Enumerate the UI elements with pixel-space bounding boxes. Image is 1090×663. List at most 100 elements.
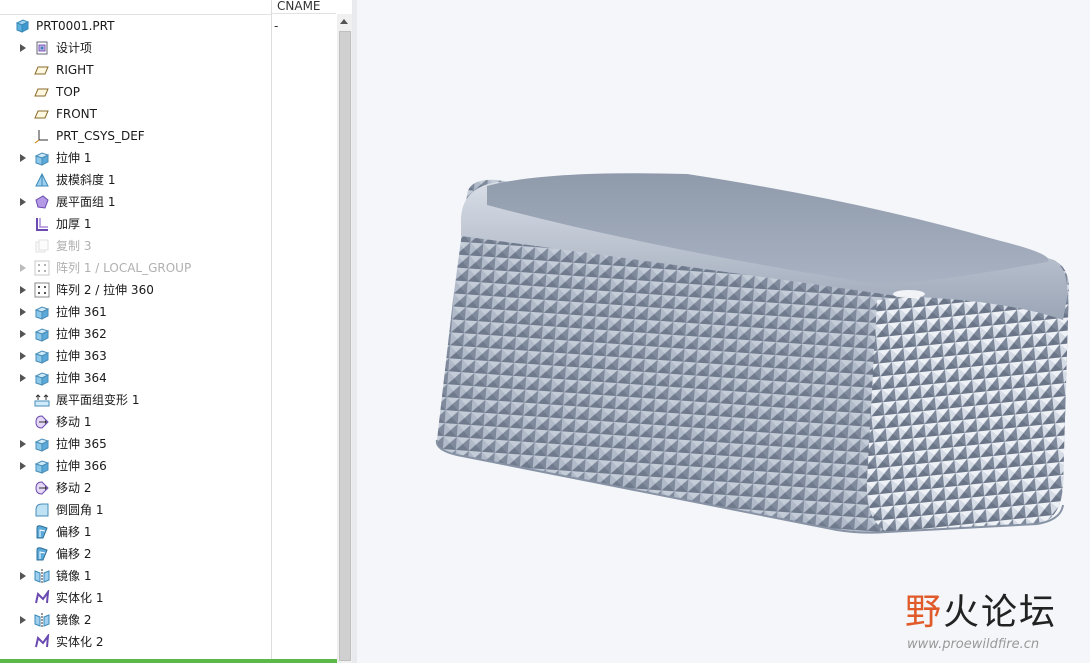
tree-item[interactable]: 移动 2 [0,477,271,499]
expand-arrow-icon[interactable] [20,308,26,316]
datum-plane-icon [34,84,50,100]
mirror-icon [34,568,50,584]
knurled-side-face [866,285,1069,532]
tree-item-label: TOP [56,85,81,99]
expand-arrow-icon[interactable] [20,154,26,162]
tree-item[interactable]: 拉伸 363 [0,345,271,367]
expand-arrow-icon[interactable] [20,264,26,272]
tree-item-label: 移动 2 [56,481,92,495]
column-divider[interactable] [271,0,272,663]
tree-item[interactable]: 倒圆角 1 [0,499,271,521]
tree-item-label: 展平面组 1 [56,195,116,209]
tree-item[interactable]: 拉伸 361 [0,301,271,323]
watermark-url: www.proewildfire.cn [907,637,1040,652]
graphics-viewport[interactable] [352,0,1090,663]
tree-item-label: 设计项 [56,41,93,55]
tree-item[interactable]: RIGHT [0,59,271,81]
tree-item-label: PRT_CSYS_DEF [56,129,145,143]
pattern-icon [34,282,50,298]
tree-item[interactable]: 偏移 1 [0,521,271,543]
expand-arrow-icon[interactable] [20,330,26,338]
tree-item-label: 偏移 2 [56,547,92,561]
tree-item[interactable]: 拉伸 366 [0,455,271,477]
tree-item-label: 加厚 1 [56,217,92,231]
expand-arrow-icon[interactable] [20,374,26,382]
datum-plane-icon [34,62,50,78]
tree-item-label: 镜像 1 [56,569,92,583]
tree-item-label: 移动 1 [56,415,92,429]
tree-item[interactable]: 拉伸 364 [0,367,271,389]
tree-item[interactable]: 镜像 1 [0,565,271,587]
csys-icon [34,128,50,144]
tree-item[interactable]: 设计项 [0,37,271,59]
tree-item[interactable]: PRT_CSYS_DEF [0,125,271,147]
tree-item-label: 阵列 1 / LOCAL_GROUP [56,261,192,275]
tree-item[interactable]: 拉伸 362 [0,323,271,345]
tree-item-label: RIGHT [56,63,94,77]
tree-item[interactable]: FRONT [0,103,271,125]
cname-value: - [274,19,279,33]
tree-item-label: 实体化 2 [56,635,104,649]
expand-arrow-icon[interactable] [20,286,26,294]
tree-item-label: 拉伸 363 [56,349,107,363]
specular-highlight [893,290,925,298]
tree-item-label: 倒圆角 1 [56,503,104,517]
thicken-icon [34,216,50,232]
column-header-name[interactable] [0,0,271,15]
tree-item-label: 展平面组变形 1 [56,393,140,407]
tree-item-label: 偏移 1 [56,525,92,539]
knurled-box-3d-model[interactable] [357,0,1090,663]
expand-arrow-icon[interactable] [20,440,26,448]
tree-item[interactable]: 实体化 1 [0,587,271,609]
design-items-icon [34,40,50,56]
expand-arrow-icon[interactable] [20,44,26,52]
expand-arrow-icon[interactable] [20,198,26,206]
tree-item[interactable]: 展平面组变形 1 [0,389,271,411]
tree-item-label: 拉伸 1 [56,151,92,165]
tree-item-label: 拉伸 364 [56,371,107,385]
tree-item[interactable]: 拔模斜度 1 [0,169,271,191]
flatten-deform-icon [34,392,50,408]
extrude-icon [34,458,50,474]
tree-item-label: 拉伸 366 [56,459,107,473]
offset-icon [34,546,50,562]
offset-icon [34,524,50,540]
tree-item[interactable]: 移动 1 [0,411,271,433]
tree-item-label: FRONT [56,107,97,121]
forum-watermark: 野火论坛 www.proewildfire.cn [905,583,1085,658]
scroll-up-arrow-icon[interactable] [337,14,352,29]
extrude-icon [34,370,50,386]
tree-item[interactable]: TOP [0,81,271,103]
tree-item[interactable]: 阵列 2 / 拉伸 360 [0,279,271,301]
tree-item[interactable]: 偏移 2 [0,543,271,565]
mirror-icon [34,612,50,628]
tree-item[interactable]: 实体化 2 [0,631,271,653]
tree-item[interactable]: 复制 3 [0,235,271,257]
expand-arrow-icon[interactable] [20,462,26,470]
extrude-icon [34,326,50,342]
tree-item[interactable]: 加厚 1 [0,213,271,235]
tree-item[interactable]: 拉伸 365 [0,433,271,455]
tree-item[interactable]: 镜像 2 [0,609,271,631]
expand-arrow-icon[interactable] [20,352,26,360]
solidify-icon [34,632,50,650]
expand-arrow-icon[interactable] [20,572,26,580]
watermark-logo-text: 野火论坛 [905,592,1058,633]
part-icon [14,18,30,34]
tree-item-label: 拉伸 361 [56,305,107,319]
expand-arrow-icon[interactable] [20,616,26,624]
tree-item[interactable]: 阵列 1 / LOCAL_GROUP [0,257,271,279]
column-header-cname[interactable]: CNAME [272,0,336,14]
tree-item-label: 镜像 2 [56,613,92,627]
extrude-icon [34,304,50,320]
extrude-icon [34,348,50,364]
tree-item[interactable]: 展平面组 1 [0,191,271,213]
extrude-icon [34,436,50,452]
pattern-icon [34,260,50,276]
tree-item[interactable]: 拉伸 1 [0,147,271,169]
datum-plane-icon [34,106,50,122]
tree-root-item[interactable]: PRT0001.PRT [0,15,271,37]
vertical-scrollbar[interactable] [337,14,352,663]
tree-item-label: 拉伸 365 [56,437,107,451]
scroll-thumb[interactable] [339,31,351,661]
